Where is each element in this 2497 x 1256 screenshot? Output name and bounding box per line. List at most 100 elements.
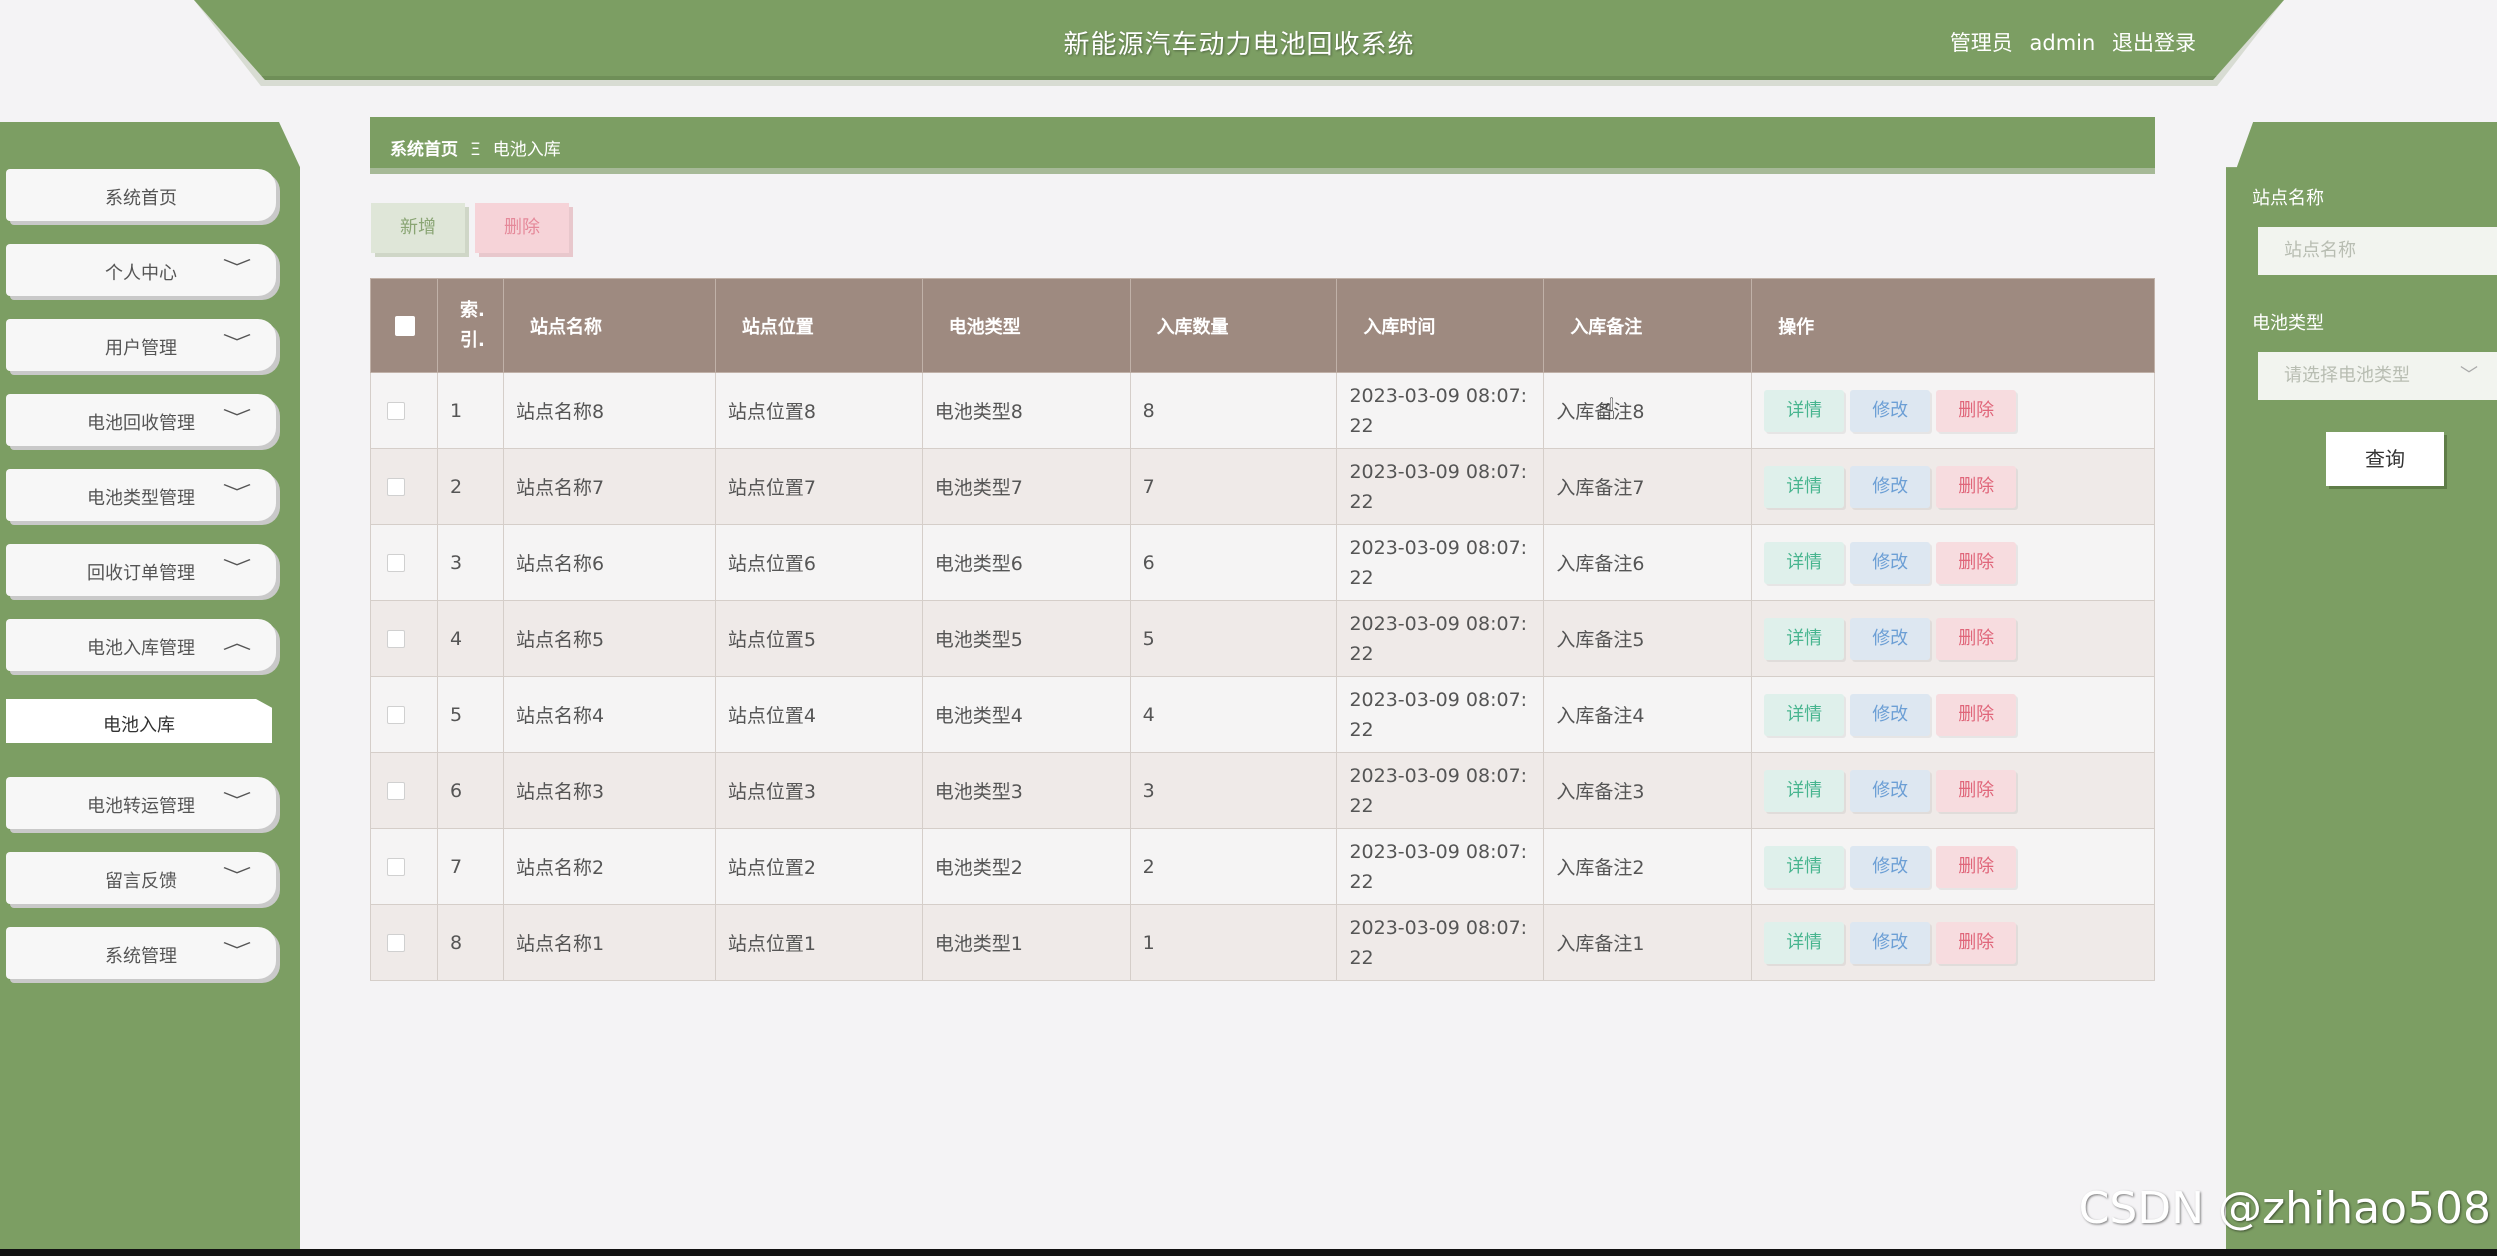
sidebar-item-home[interactable]: 系统首页 <box>6 169 276 221</box>
cell-index: 7 <box>436 828 504 905</box>
chevron-up-icon: ︿ <box>222 633 252 654</box>
row-checkbox[interactable] <box>387 858 405 876</box>
delete-button[interactable]: 删除 <box>1936 541 2017 584</box>
sidebar-item-personal-center[interactable]: 个人中心 ﹀ <box>6 244 276 296</box>
row-select-cell <box>370 828 438 905</box>
cell-actions: 详情 修改 删除 <box>1751 600 2155 677</box>
cell-battery-type: 电池类型3 <box>921 752 1131 829</box>
sidebar-item-feedback[interactable]: 留言反馈 ﹀ <box>6 852 276 904</box>
row-checkbox[interactable] <box>387 402 405 420</box>
sidebar-item-system[interactable]: 系统管理 ﹀ <box>6 927 276 979</box>
chevron-down-icon: ﹀ <box>222 333 252 354</box>
sidebar-item-battery-storage[interactable]: 电池入库管理 ︿ <box>6 619 276 671</box>
cell-battery-type: 电池类型8 <box>921 372 1131 449</box>
user-role: 管理员 <box>1949 31 2013 55</box>
cell-index: 3 <box>436 524 504 601</box>
sidebar-item-recycle-order[interactable]: 回收订单管理 ﹀ <box>6 544 276 596</box>
battery-type-placeholder: 请选择电池类型 <box>2284 365 2410 386</box>
chevron-down-icon: ﹀ <box>222 866 252 887</box>
delete-button[interactable]: 删除 <box>1936 693 2017 736</box>
cell-storage-note: 入库备注5 <box>1543 600 1753 677</box>
sidebar-item-user-management[interactable]: 用户管理 ﹀ <box>6 319 276 371</box>
column-header-station-location: 站点位置 <box>714 278 923 373</box>
cell-station-location: 站点位置3 <box>714 752 923 829</box>
cell-storage-time: 2023-03-09 08:07:22 <box>1336 524 1545 601</box>
edit-button[interactable]: 修改 <box>1850 541 1931 584</box>
delete-button[interactable]: 删除 <box>1936 389 2017 432</box>
cell-actions: 详情 修改 删除 <box>1751 904 2155 981</box>
table-row: 3 站点名称6 站点位置6 电池类型6 6 2023-03-09 08:07:22 入库备注… <box>370 524 2155 601</box>
add-button[interactable]: 新增 <box>371 203 465 253</box>
sidebar-item-label: 系统首页 <box>105 188 177 209</box>
breadcrumb-home[interactable]: 系统首页 <box>390 140 458 160</box>
cell-station-name: 站点名称1 <box>502 904 716 981</box>
detail-button[interactable]: 详情 <box>1764 389 1845 432</box>
cell-station-name: 站点名称4 <box>502 676 716 753</box>
logout-link[interactable]: 退出登录 <box>2112 31 2196 55</box>
row-checkbox[interactable] <box>387 554 405 572</box>
cell-index: 6 <box>436 752 504 829</box>
sidebar-subitem-battery-storage[interactable]: 电池入库 <box>6 699 272 743</box>
sidebar-item-battery-type[interactable]: 电池类型管理 ﹀ <box>6 469 276 521</box>
breadcrumb-separator: Ξ <box>470 140 481 160</box>
cell-station-name: 站点名称8 <box>502 372 716 449</box>
row-checkbox[interactable] <box>387 934 405 952</box>
data-table: 索. 引. 站点名称 站点位置 电池类型 入库数量 入库时间 入库备注 操作 1… <box>370 278 2155 981</box>
row-select-cell <box>370 752 438 829</box>
sidebar-item-battery-recycle[interactable]: 电池回收管理 ﹀ <box>6 394 276 446</box>
cell-actions: 详情 修改 删除 <box>1751 828 2155 905</box>
edit-button[interactable]: 修改 <box>1850 693 1931 736</box>
cell-station-name: 站点名称2 <box>502 828 716 905</box>
chevron-down-icon: ﹀ <box>222 408 252 429</box>
detail-button[interactable]: 详情 <box>1764 769 1845 812</box>
cell-storage-time: 2023-03-09 08:07:22 <box>1336 448 1545 525</box>
table-row: 4 站点名称5 站点位置5 电池类型5 5 2023-03-09 08:07:22 入库备注… <box>370 600 2155 677</box>
detail-button[interactable]: 详情 <box>1764 845 1845 888</box>
row-select-cell <box>370 448 438 525</box>
detail-button[interactable]: 详情 <box>1764 617 1845 660</box>
column-header-battery-type: 电池类型 <box>921 278 1131 373</box>
detail-button[interactable]: 详情 <box>1764 921 1845 964</box>
edit-button[interactable]: 修改 <box>1850 769 1931 812</box>
cell-storage-time: 2023-03-09 08:07:22 <box>1336 600 1545 677</box>
cell-station-location: 站点位置1 <box>714 904 923 981</box>
select-all-header <box>370 278 438 373</box>
row-checkbox[interactable] <box>387 478 405 496</box>
cell-storage-time: 2023-03-09 08:07:22 <box>1336 752 1545 829</box>
column-header-index: 索. 引. <box>436 278 504 373</box>
station-name-input[interactable]: 站点名称 <box>2258 227 2497 275</box>
hand-cursor-icon: ☝ <box>1598 392 1617 427</box>
cell-battery-type: 电池类型4 <box>921 676 1131 753</box>
delete-button[interactable]: 删除 <box>1936 845 2017 888</box>
query-button[interactable]: 查询 <box>2326 432 2444 486</box>
row-checkbox[interactable] <box>387 782 405 800</box>
breadcrumb-bar: 系统首页 Ξ 电池入库 <box>370 117 2155 174</box>
cell-index: 2 <box>436 448 504 525</box>
battery-type-select[interactable]: 请选择电池类型 ﹀ <box>2258 352 2497 400</box>
delete-button[interactable]: 删除 <box>1936 617 2017 660</box>
edit-button[interactable]: 修改 <box>1850 845 1931 888</box>
cell-actions: 详情 修改 删除 <box>1751 524 2155 601</box>
row-checkbox[interactable] <box>387 706 405 724</box>
edit-button[interactable]: 修改 <box>1850 389 1931 432</box>
select-all-checkbox[interactable] <box>395 316 415 336</box>
batch-delete-button[interactable]: 删除 <box>475 203 569 253</box>
delete-button[interactable]: 删除 <box>1936 465 2017 508</box>
cell-quantity: 7 <box>1129 448 1338 525</box>
table-row: 1 站点名称8 站点位置8 电池类型8 8 2023-03-09 08:07:22 入库备注… <box>370 372 2155 449</box>
edit-button[interactable]: 修改 <box>1850 617 1931 660</box>
edit-button[interactable]: 修改 <box>1850 921 1931 964</box>
cell-station-location: 站点位置2 <box>714 828 923 905</box>
sidebar-item-battery-transfer[interactable]: 电池转运管理 ﹀ <box>6 777 276 829</box>
delete-button[interactable]: 删除 <box>1936 769 2017 812</box>
detail-button[interactable]: 详情 <box>1764 465 1845 508</box>
delete-button[interactable]: 删除 <box>1936 921 2017 964</box>
cell-quantity: 6 <box>1129 524 1338 601</box>
cell-quantity: 1 <box>1129 904 1338 981</box>
edit-button[interactable]: 修改 <box>1850 465 1931 508</box>
row-checkbox[interactable] <box>387 630 405 648</box>
cell-station-location: 站点位置7 <box>714 448 923 525</box>
detail-button[interactable]: 详情 <box>1764 693 1845 736</box>
detail-button[interactable]: 详情 <box>1764 541 1845 584</box>
chevron-down-icon: ﹀ <box>222 558 252 579</box>
